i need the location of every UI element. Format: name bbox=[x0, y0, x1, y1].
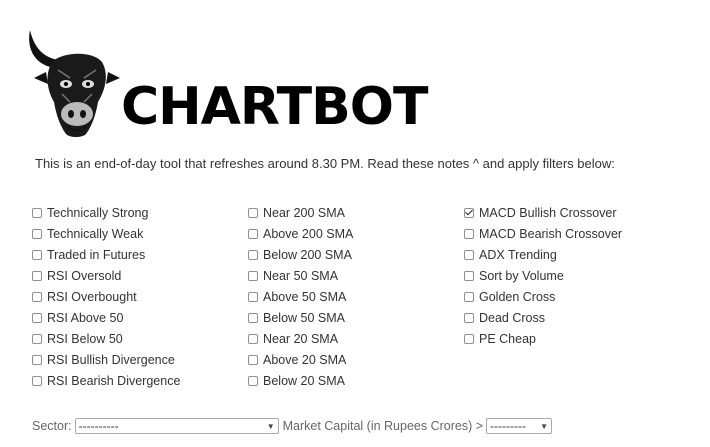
filter-option[interactable]: ADX Trending bbox=[464, 244, 622, 265]
filter-option[interactable]: Below 200 SMA bbox=[248, 244, 353, 265]
filter-label: Above 200 SMA bbox=[263, 226, 354, 241]
filter-label: RSI Oversold bbox=[47, 268, 122, 283]
chevron-down-icon: ▼ bbox=[266, 421, 275, 431]
filter-option[interactable]: Near 50 SMA bbox=[248, 265, 353, 286]
filter-checkbox[interactable] bbox=[248, 354, 258, 365]
filter-checkbox[interactable] bbox=[464, 228, 474, 239]
filter-label: PE Cheap bbox=[479, 331, 536, 346]
filter-option[interactable]: RSI Below 50 bbox=[32, 328, 180, 349]
filter-option[interactable]: MACD Bearish Crossover bbox=[464, 223, 622, 244]
filter-checkbox[interactable] bbox=[248, 333, 258, 344]
filter-option[interactable]: Traded in Futures bbox=[32, 244, 180, 265]
filter-checkbox[interactable] bbox=[248, 312, 258, 323]
filter-option[interactable]: RSI Oversold bbox=[32, 265, 180, 286]
bull-logo bbox=[26, 22, 166, 140]
filter-checkbox[interactable] bbox=[464, 270, 474, 281]
filter-option[interactable]: PE Cheap bbox=[464, 328, 622, 349]
filter-option[interactable]: RSI Above 50 bbox=[32, 307, 180, 328]
filter-checkbox[interactable] bbox=[32, 228, 42, 239]
filter-checkbox[interactable] bbox=[464, 207, 474, 218]
filter-option[interactable]: Golden Cross bbox=[464, 286, 622, 307]
filter-column-sma: Near 200 SMA Above 200 SMA Below 200 SMA Ne… bbox=[248, 202, 353, 391]
filter-checkbox[interactable] bbox=[464, 249, 474, 260]
filter-checkbox[interactable] bbox=[464, 333, 474, 344]
filter-label: Traded in Futures bbox=[47, 247, 146, 262]
brand-title: CHARTBOT bbox=[121, 77, 428, 137]
filter-checkbox[interactable] bbox=[248, 291, 258, 302]
market-cap-label: Market Capital (in Rupees Crores) > bbox=[282, 419, 484, 433]
filter-label: RSI Above 50 bbox=[47, 310, 124, 325]
filter-option[interactable]: Below 50 SMA bbox=[248, 307, 353, 328]
filter-checkbox[interactable] bbox=[32, 207, 42, 218]
bull-head-icon bbox=[29, 28, 166, 137]
filter-label: Technically Weak bbox=[47, 226, 144, 241]
sector-label: Sector: bbox=[32, 419, 72, 433]
filter-checkbox[interactable] bbox=[32, 312, 42, 323]
sector-select[interactable]: ---------- ▼ bbox=[74, 418, 279, 434]
filter-label: Sort by Volume bbox=[479, 268, 564, 283]
filter-label: Above 20 SMA bbox=[263, 352, 347, 367]
filter-label: MACD Bullish Crossover bbox=[479, 205, 617, 220]
filter-checkbox[interactable] bbox=[248, 270, 258, 281]
filter-label: ADX Trending bbox=[479, 247, 557, 262]
filter-label: Golden Cross bbox=[479, 289, 556, 304]
filter-checkbox[interactable] bbox=[32, 375, 42, 386]
filter-checkbox[interactable] bbox=[464, 291, 474, 302]
filter-option[interactable]: Dead Cross bbox=[464, 307, 622, 328]
filter-option[interactable]: RSI Bearish Divergence bbox=[32, 370, 180, 391]
filter-option[interactable]: Near 20 SMA bbox=[248, 328, 353, 349]
filter-column-crossovers: MACD Bullish Crossover MACD Bearish Cross… bbox=[464, 202, 622, 349]
filter-label: RSI Below 50 bbox=[47, 331, 123, 346]
market-cap-select[interactable]: --------- ▼ bbox=[486, 418, 553, 434]
filter-option[interactable]: MACD Bullish Crossover bbox=[464, 202, 622, 223]
filter-option[interactable]: Below 20 SMA bbox=[248, 370, 353, 391]
filter-label: RSI Overbought bbox=[47, 289, 137, 304]
filter-column-indicators: Technically Strong Technically Weak Traded… bbox=[32, 202, 180, 391]
sector-select-value: ---------- bbox=[78, 419, 119, 433]
filter-label: Below 50 SMA bbox=[263, 310, 345, 325]
chevron-down-icon: ▼ bbox=[540, 421, 549, 431]
filter-option[interactable]: Above 20 SMA bbox=[248, 349, 353, 370]
filter-bar: Sector: ---------- ▼ Market Capital (in … bbox=[32, 418, 553, 434]
filter-label: Near 50 SMA bbox=[263, 268, 339, 283]
filter-label: Technically Strong bbox=[47, 205, 149, 220]
filter-checkbox[interactable] bbox=[248, 375, 258, 386]
filter-checkbox[interactable] bbox=[248, 207, 258, 218]
filter-label: RSI Bullish Divergence bbox=[47, 352, 175, 367]
filter-label: Near 20 SMA bbox=[263, 331, 339, 346]
filter-checkbox[interactable] bbox=[32, 249, 42, 260]
filter-label: Below 20 SMA bbox=[263, 373, 345, 388]
filter-label: Near 200 SMA bbox=[263, 205, 345, 220]
filter-label: MACD Bearish Crossover bbox=[479, 226, 623, 241]
filter-option[interactable]: Technically Weak bbox=[32, 223, 180, 244]
intro-text: This is an end-of-day tool that refreshe… bbox=[35, 156, 615, 171]
filter-checkbox[interactable] bbox=[32, 354, 42, 365]
filter-label: RSI Bearish Divergence bbox=[47, 373, 181, 388]
filter-label: Dead Cross bbox=[479, 310, 545, 325]
filter-option[interactable]: Technically Strong bbox=[32, 202, 180, 223]
filter-option[interactable]: RSI Bullish Divergence bbox=[32, 349, 180, 370]
filter-checkbox[interactable] bbox=[32, 270, 42, 281]
filter-option[interactable]: Sort by Volume bbox=[464, 265, 622, 286]
filter-option[interactable]: Above 200 SMA bbox=[248, 223, 353, 244]
filter-checkbox[interactable] bbox=[32, 291, 42, 302]
market-cap-select-value: --------- bbox=[490, 419, 526, 433]
filter-checkbox[interactable] bbox=[464, 312, 474, 323]
filter-option[interactable]: Above 50 SMA bbox=[248, 286, 353, 307]
filter-checkbox[interactable] bbox=[32, 333, 42, 344]
filter-option[interactable]: Near 200 SMA bbox=[248, 202, 353, 223]
filter-option[interactable]: RSI Overbought bbox=[32, 286, 180, 307]
filter-label: Below 200 SMA bbox=[263, 247, 352, 262]
filter-label: Above 50 SMA bbox=[263, 289, 347, 304]
filter-checkbox[interactable] bbox=[248, 249, 258, 260]
filter-checkbox[interactable] bbox=[248, 228, 258, 239]
